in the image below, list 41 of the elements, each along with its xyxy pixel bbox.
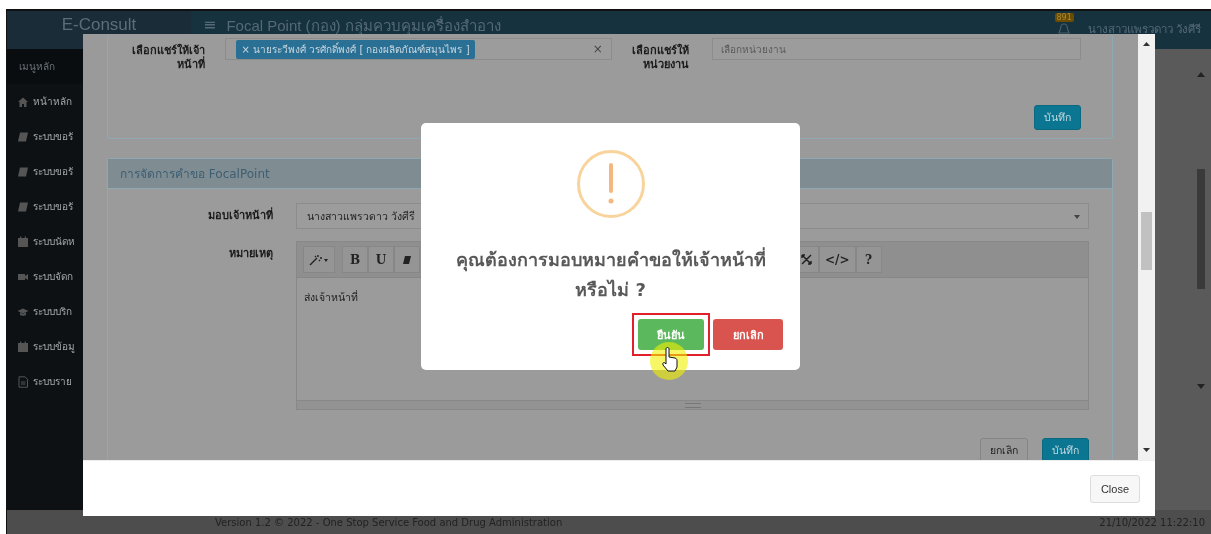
sidebar-item[interactable]: ระบบบริก (33, 304, 72, 319)
eraser-icon[interactable] (394, 246, 420, 273)
clear-icon[interactable]: × (592, 42, 603, 56)
staff-tag-field[interactable]: × นายระวีพงศ์ วรศักดิ์พงศ์ [ กองผลิตภัณฑ์สมุนไพร ] × (225, 38, 612, 60)
toolbar-button[interactable]: ? (855, 246, 882, 273)
selected-tag[interactable]: × นายระวีพงศ์ วรศักดิ์พงศ์ [ กองผลิตภัณฑ์สมุนไพร ] (236, 39, 475, 59)
sidebar-item[interactable]: ระบบจัดก (33, 269, 73, 284)
save-button[interactable]: บันทึก (1034, 105, 1081, 130)
sidebar-item[interactable]: ระบบข้อมู (33, 339, 75, 354)
toolbar-button[interactable]: </> (819, 246, 856, 273)
book-icon (17, 130, 29, 143)
sidebar-item[interactable]: หน้าหลัก (33, 94, 72, 109)
field-label: หมายเหตุ (228, 246, 273, 261)
home-icon (17, 95, 29, 108)
book-icon (17, 200, 29, 213)
document-icon (17, 375, 29, 388)
dialog-message: คุณต้องการมอบหมายคำขอให้เจ้าหน้าที่หรือไม่ ? (454, 246, 767, 302)
calendar-icon (17, 340, 29, 353)
toolbar-button[interactable]: U (368, 246, 394, 273)
calendar-icon (17, 235, 29, 248)
notification-badge: 891 (1054, 13, 1074, 22)
close-button[interactable]: Close (1089, 474, 1140, 503)
sidebar-item[interactable]: ระบบขอรั (33, 199, 73, 214)
sidebar-item[interactable]: ระบบราย (33, 374, 72, 389)
field-label: เลือกแชร์ให้หน่วยงาน (631, 44, 689, 72)
sidebar-item[interactable]: ระบบขอรั (33, 129, 73, 144)
cancel-button[interactable]: ยกเลิก (713, 319, 783, 350)
toolbar-button[interactable]: B (342, 246, 368, 273)
cancel-button[interactable]: ยกเลิก (980, 438, 1028, 460)
field-label: มอบเจ้าหน้าที่ (207, 206, 273, 223)
note-text[interactable]: ส่งเจ้าหน้าที่ (304, 291, 358, 303)
sidebar-item[interactable]: ระบบขอรั (33, 164, 73, 179)
magic-wand-icon[interactable] (303, 246, 335, 273)
warning-icon (575, 149, 646, 219)
save-button[interactable]: บันทึก (1042, 438, 1089, 460)
sidebar-item[interactable]: ระบบนัดห (33, 234, 75, 249)
resize-handle[interactable] (684, 402, 701, 408)
unit-select-field[interactable]: เลือกหน่วยงาน (712, 38, 1081, 60)
page-title: Focal Point (กอง) กลุ่มควบคุมเครื่องสำอาง (226, 16, 501, 35)
bell-icon[interactable] (1057, 22, 1072, 36)
book-icon (17, 165, 29, 178)
